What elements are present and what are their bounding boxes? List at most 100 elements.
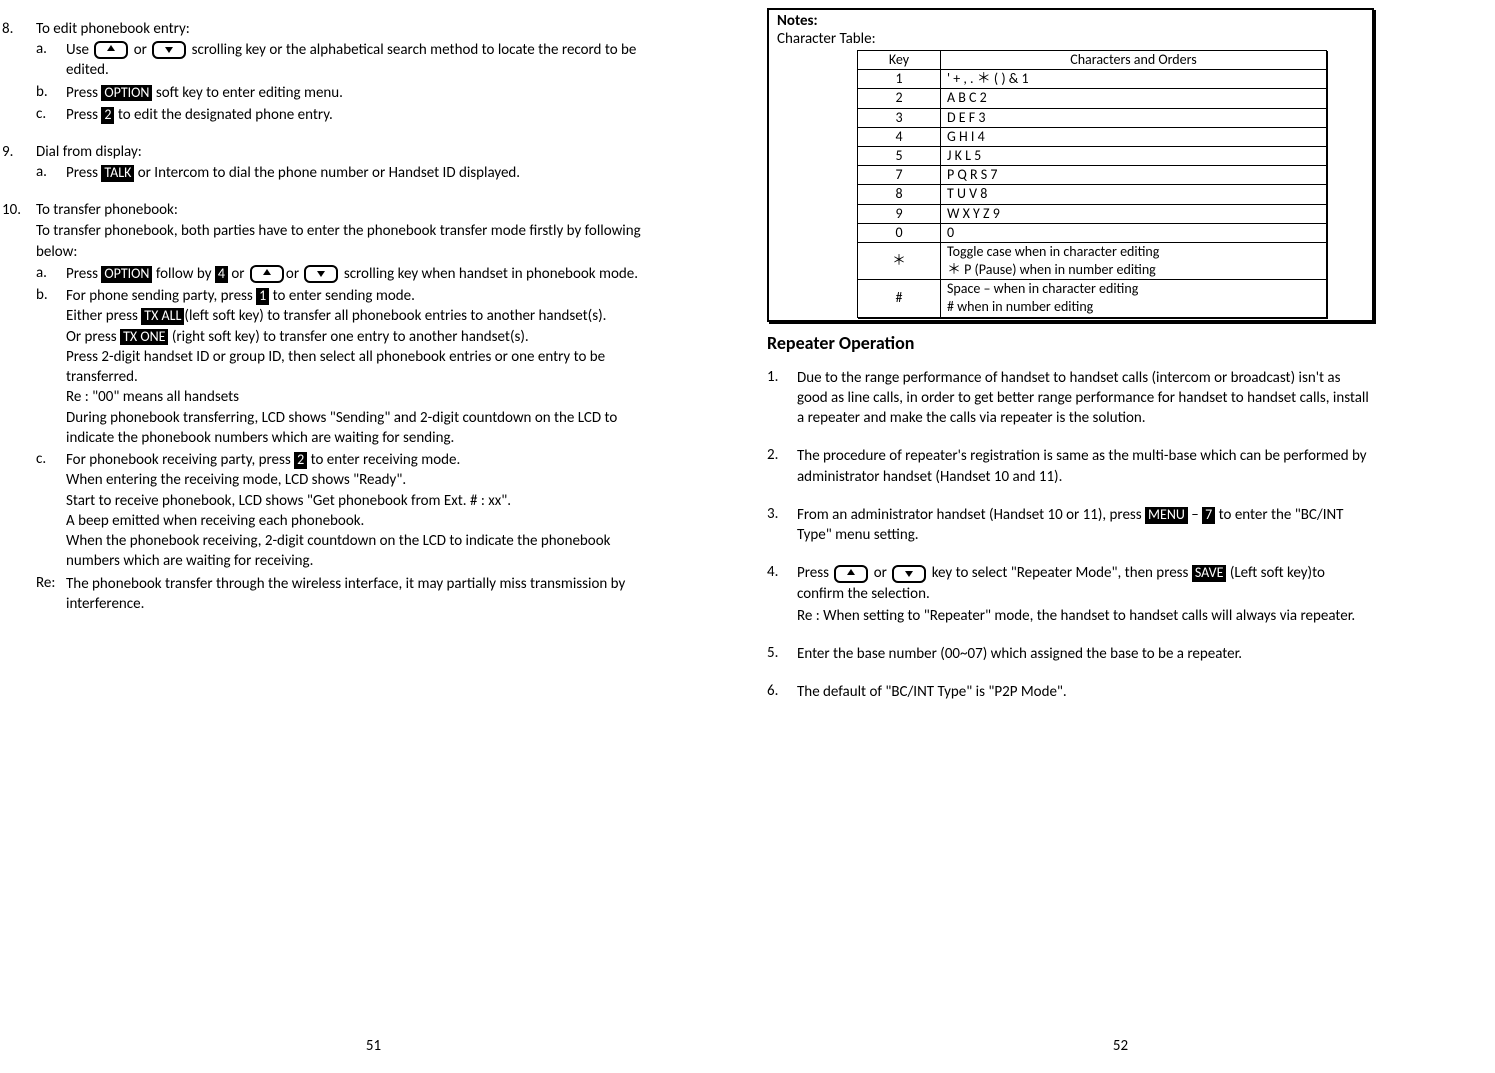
ct-key: 0 [858, 223, 941, 242]
rep-6-text: The default of "BC/INT Type" is "P2P Mod… [797, 682, 1374, 702]
menu-key: MENU [1145, 507, 1188, 524]
page-51: 8. To edit phonebook entry: a. Use or sc… [0, 0, 747, 1073]
i8c-label: c. [36, 105, 66, 125]
rep-1-text: Due to the range performance of handset … [797, 368, 1374, 429]
i8b-label: b. [36, 83, 66, 103]
rep-2-text: The procedure of repeater's registration… [797, 446, 1374, 487]
down-arrow-icon [892, 565, 926, 583]
i10c-label: c. [36, 450, 66, 572]
table-row: 3D E F 3 [858, 108, 1327, 127]
rep-6-num: 6. [767, 682, 797, 702]
table-row: 2A B C 2 [858, 89, 1327, 108]
down-arrow-icon [304, 265, 338, 283]
key-2: 2 [101, 107, 114, 124]
ct-key: 8 [858, 185, 941, 204]
item-9-number: 9. [0, 143, 36, 183]
save-key: SAVE [1192, 565, 1227, 582]
table-row: ＊Toggle case when in character editing＊ … [858, 242, 1327, 279]
rep-1-num: 1. [767, 368, 797, 429]
table-row: 8T U V 8 [858, 185, 1327, 204]
table-row: #Space – when in character editing# when… [858, 280, 1327, 317]
key-2: 2 [294, 452, 307, 469]
i10b-text: For phone sending party, press 1 to ente… [66, 286, 667, 448]
up-arrow-icon [94, 41, 128, 59]
table-row: 1' + , . ＊ ( ) & 1 [858, 70, 1327, 89]
ct-key: 5 [858, 146, 941, 165]
rep-3-num: 3. [767, 505, 797, 546]
ct-value: W X Y Z 9 [941, 204, 1327, 223]
ct-value: Toggle case when in character editing＊ P… [941, 242, 1327, 279]
page-number-51: 51 [0, 1037, 747, 1055]
table-row: 9W X Y Z 9 [858, 204, 1327, 223]
notes-sub: Character Table: [777, 30, 1364, 48]
i9a-text: Press TALK or Intercom to dial the phone… [66, 163, 667, 183]
tx-one-key: TX ONE [120, 329, 168, 346]
ct-value: 0 [941, 223, 1327, 242]
i9a-label: a. [36, 163, 66, 183]
rep-5: 5. Enter the base number (00~07) which a… [767, 644, 1374, 664]
item-8-number: 8. [0, 20, 36, 125]
ct-value: T U V 8 [941, 185, 1327, 204]
ct-head-key: Key [858, 51, 941, 70]
ct-value: ' + , . ＊ ( ) & 1 [941, 70, 1327, 89]
i10a-text: Press OPTION follow by 4 or or scrolling… [66, 264, 667, 284]
i8c-text: Press 2 to edit the designated phone ent… [66, 105, 667, 125]
ct-value: P Q R S 7 [941, 166, 1327, 185]
key-1: 1 [256, 288, 269, 305]
ct-value: Space – when in character editing# when … [941, 280, 1327, 317]
i10re-label: Re: [36, 574, 66, 615]
item-10-intro: To transfer phonebook: [36, 201, 667, 219]
page-52: Notes: Character Table: Key Characters a… [747, 0, 1494, 1073]
ct-key: 4 [858, 127, 941, 146]
ct-key: # [858, 280, 941, 317]
table-row: 00 [858, 223, 1327, 242]
rep-2-num: 2. [767, 446, 797, 487]
i10c-text: For phonebook receiving party, press 2 t… [66, 450, 667, 572]
i10b-label: b. [36, 286, 66, 448]
key-4: 4 [215, 266, 228, 283]
ct-key: 7 [858, 166, 941, 185]
ct-key: 3 [858, 108, 941, 127]
item-10-number: 10. [0, 201, 36, 614]
table-row: 4G H I 4 [858, 127, 1327, 146]
ct-value: D E F 3 [941, 108, 1327, 127]
item-9-intro: Dial from display: [36, 143, 667, 161]
i8a-label: a. [36, 40, 66, 81]
rep-5-text: Enter the base number (00~07) which assi… [797, 644, 1374, 664]
ct-value: G H I 4 [941, 127, 1327, 146]
item-10: 10. To transfer phonebook: To transfer p… [0, 201, 667, 614]
ct-key: ＊ [858, 242, 941, 279]
notes-box: Notes: Character Table: Key Characters a… [767, 8, 1374, 322]
notes-header: Notes: [777, 12, 1364, 30]
page-spread: 8. To edit phonebook entry: a. Use or sc… [0, 0, 1495, 1073]
down-arrow-icon [152, 41, 186, 59]
ct-value: J K L 5 [941, 146, 1327, 165]
rep-4-re: Re : When setting to "Repeater" mode, th… [797, 606, 1374, 626]
option-key: OPTION [101, 266, 152, 283]
tx-all-key: TX ALL [141, 308, 184, 325]
item-10-desc: To transfer phonebook, both parties have… [36, 221, 667, 262]
rep-3: 3. From an administrator handset (Handse… [767, 505, 1374, 546]
option-key: OPTION [101, 85, 152, 102]
up-arrow-icon [834, 565, 868, 583]
i10re-text: The phonebook transfer through the wirel… [66, 574, 667, 615]
item-9: 9. Dial from display: a. Press TALK or I… [0, 143, 667, 183]
ct-key: 9 [858, 204, 941, 223]
i10a-label: a. [36, 264, 66, 284]
ct-key: 2 [858, 89, 941, 108]
rep-4-num: 4. [767, 563, 797, 626]
ct-head-chars: Characters and Orders [941, 51, 1327, 70]
rep-4: 4. Press or key to select "Repeater Mode… [767, 563, 1374, 626]
item-8-intro: To edit phonebook entry: [36, 20, 667, 38]
i8b-text: Press OPTION soft key to enter editing m… [66, 83, 667, 103]
table-row: 7P Q R S 7 [858, 166, 1327, 185]
section-repeater-operation: Repeater Operation [767, 332, 1374, 354]
rep-4-text: Press or key to select "Repeater Mode", … [797, 563, 1374, 626]
ct-value: A B C 2 [941, 89, 1327, 108]
up-arrow-icon [250, 265, 284, 283]
rep-6: 6. The default of "BC/INT Type" is "P2P … [767, 682, 1374, 702]
key-7: 7 [1202, 507, 1215, 524]
i8a-text: Use or scrolling key or the alphabetical… [66, 40, 667, 81]
rep-5-num: 5. [767, 644, 797, 664]
page-number-52: 52 [747, 1037, 1494, 1055]
